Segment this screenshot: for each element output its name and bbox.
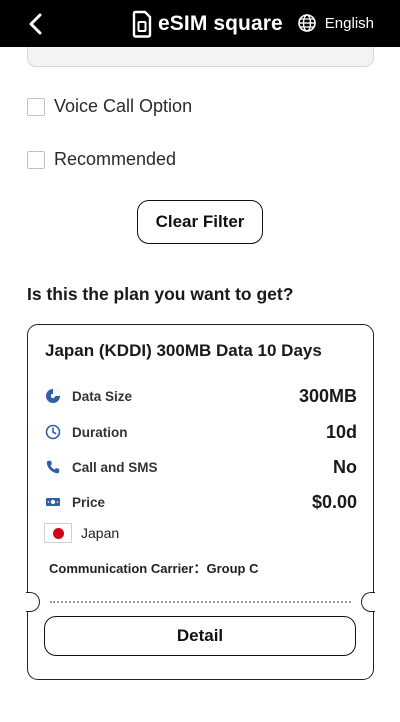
recommended-label: Recommended [54,149,177,169]
spec-value: $0.00 [311,491,357,512]
brand-logo[interactable]: eSIM square [132,10,283,38]
spec-value: 10d [325,421,357,442]
detail-button[interactable]: Detail [44,616,356,656]
filter-recommended[interactable]: Recommended [27,149,176,170]
voice-call-label: Voice Call Option [54,96,193,116]
spec-label: Duration [72,424,128,440]
spec-duration: Duration 10d [44,421,357,443]
back-button[interactable] [22,10,50,38]
carrier-info: Communication Carrier：Group C [49,561,259,576]
phone-icon [44,458,62,476]
plan-question: Is this the plan you want to get? [27,284,294,304]
spec-price: Price $0.00 [44,491,357,513]
plan-title: Japan (KDDI) 300MB Data 10 Days [45,341,322,360]
ticket-notch-left [26,592,40,612]
clock-icon [44,423,62,441]
country-row: Japan [44,523,119,543]
japan-flag-icon [44,523,72,543]
recommended-checkbox[interactable] [27,150,45,169]
country-name: Japan [81,525,120,541]
brand-name: eSIM square [158,12,283,35]
filter-voice-call[interactable]: Voice Call Option [27,96,192,117]
spec-label: Price [72,494,106,510]
sim-card-icon [132,10,152,38]
top-bar: eSIM square English [0,0,400,47]
language-selector[interactable]: English [297,13,374,33]
plan-card[interactable]: Japan (KDDI) 300MB Data 10 Days Data Siz… [26,324,375,680]
filter-panel-bottom [27,47,374,67]
spec-data-size: Data Size 300MB [44,385,357,407]
spec-label: Call and SMS [72,459,158,475]
clear-filter-button[interactable]: Clear Filter [137,200,263,244]
banknote-icon [44,493,62,511]
chevron-left-icon [29,13,42,35]
spec-value: No [333,456,357,477]
spec-call-sms: Call and SMS No [44,456,357,478]
ticket-notch-right [361,592,375,612]
voice-call-checkbox[interactable] [27,97,45,116]
spec-value: 300MB [298,385,357,406]
data-pie-icon [44,387,62,405]
language-label: English [324,14,374,32]
globe-icon [297,14,316,32]
spec-label: Data Size [72,388,133,404]
ticket-divider [50,601,351,603]
